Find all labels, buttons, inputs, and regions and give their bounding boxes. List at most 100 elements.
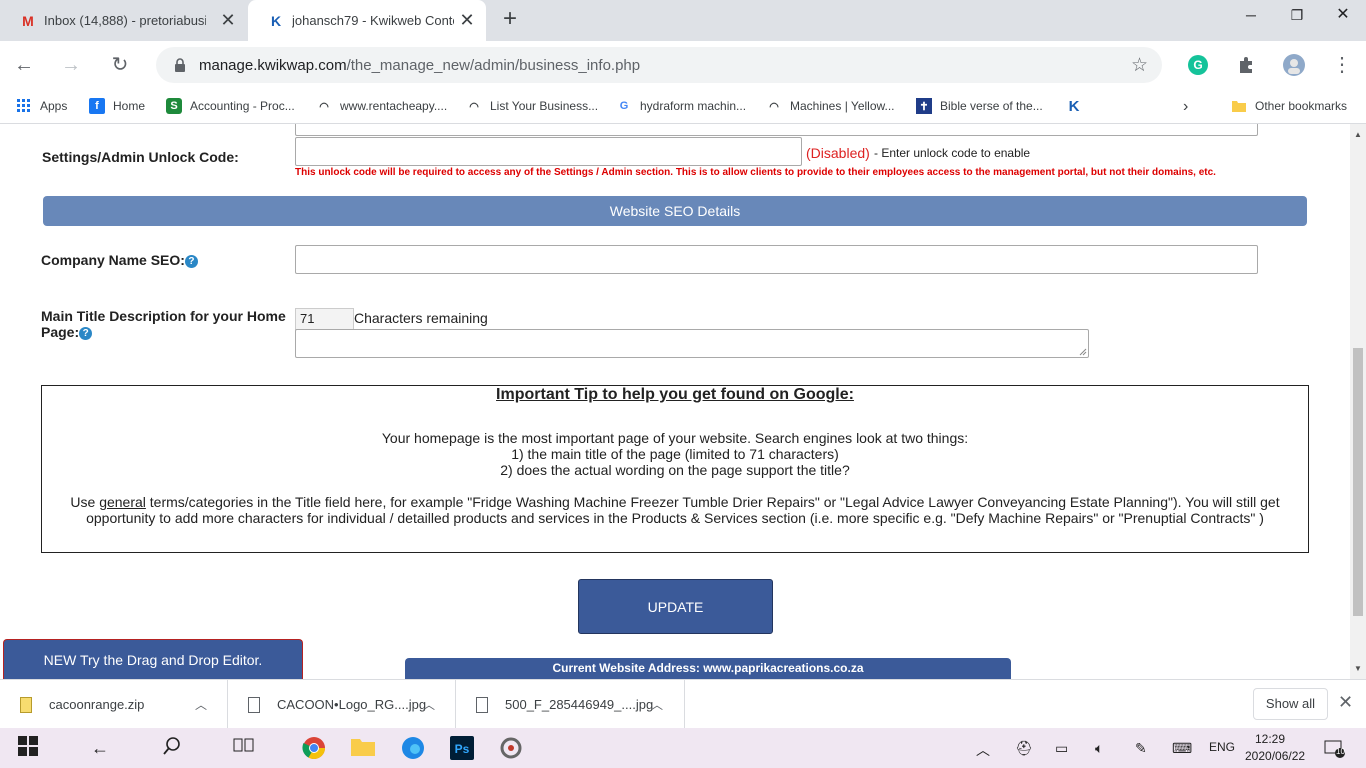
volume-icon[interactable]: 🔈︎: [1095, 740, 1103, 757]
unlock-code-input[interactable]: [295, 137, 802, 166]
scrollbar-thumb[interactable]: [1353, 348, 1363, 616]
back-icon[interactable]: ←: [10, 51, 38, 79]
new-tab-button[interactable]: +: [498, 7, 522, 32]
address-bar[interactable]: manage.kwikwap.com/the_manage_new/admin/…: [156, 47, 1162, 83]
profile-avatar[interactable]: [1282, 53, 1306, 77]
bookmark-label: Home: [113, 99, 146, 113]
chevron-right-icon[interactable]: ›: [1183, 98, 1188, 116]
menu-icon[interactable]: ⋮: [1328, 51, 1356, 79]
back-icon[interactable]: ←: [88, 736, 112, 760]
chevron-up-icon[interactable]: ︿: [195, 696, 207, 713]
drag-drop-editor-button[interactable]: NEW Try the Drag and Drop Editor.: [3, 639, 303, 679]
bookmark-star-icon[interactable]: ☆: [1131, 54, 1148, 77]
tip-line: 1) the main title of the page (limited t…: [511, 446, 839, 462]
apps-grid-icon: [16, 98, 32, 114]
bookmark-home[interactable]: f Home: [89, 98, 145, 114]
seo-section-header: Website SEO Details: [43, 196, 1307, 226]
company-name-seo-input[interactable]: [295, 245, 1258, 274]
resize-handle-icon[interactable]: [1079, 348, 1087, 356]
bookmark-label: Machines | Yellow...: [790, 99, 895, 113]
url-text: manage.kwikwap.com/the_manage_new/admin/…: [199, 56, 641, 74]
notifications-icon[interactable]: 10: [1324, 740, 1346, 761]
scroll-up-icon[interactable]: ▲: [1350, 130, 1366, 144]
bookmark-machines[interactable]: ◠ Machines | Yellow...: [766, 98, 895, 114]
globe-icon: ◠: [319, 100, 329, 113]
extensions-icon[interactable]: [1234, 53, 1258, 77]
bookmark-accounting[interactable]: S Accounting - Proc...: [166, 98, 295, 114]
close-tab-icon[interactable]: ✕: [219, 11, 237, 30]
zip-file-icon: [20, 696, 32, 713]
update-button[interactable]: UPDATE: [578, 579, 773, 634]
bookmark-hydraform[interactable]: G hydraform machin...: [616, 98, 746, 114]
download-item[interactable]: CACOON•Logo_RG....jpg ︿: [228, 680, 456, 729]
bookmark-bible[interactable]: ✝ Bible verse of the...: [916, 98, 1043, 114]
pen-icon[interactable]: ✎: [1135, 740, 1147, 757]
edge-icon[interactable]: [401, 736, 425, 760]
chevron-up-icon[interactable]: ︿: [976, 740, 990, 760]
help-icon[interactable]: ?: [184, 254, 198, 268]
current-website-address: Current Website Address: www.paprikacrea…: [405, 658, 1011, 679]
show-all-button[interactable]: Show all: [1253, 688, 1328, 720]
tab-title: johansch79 - Kwikweb Content: [292, 13, 454, 28]
kwikweb-icon: K: [270, 12, 282, 29]
grammarly-icon[interactable]: G: [1186, 53, 1210, 77]
previous-field[interactable]: [295, 124, 1258, 136]
tab-gmail[interactable]: M Inbox (14,888) - pretoriabusine ✕: [0, 0, 247, 41]
chars-remaining-label: Characters remaining: [354, 310, 488, 326]
main-title-textarea[interactable]: [295, 329, 1089, 358]
task-view-icon[interactable]: [232, 736, 256, 760]
tip-paragraph-cont: opportunity to add more characters for i…: [86, 510, 1264, 526]
keyboard-icon[interactable]: ⌨: [1172, 740, 1192, 757]
clock[interactable]: 12:29 2020/06/22: [1245, 731, 1306, 765]
google-icon: G: [619, 100, 629, 112]
battery-icon[interactable]: ▭: [1055, 740, 1068, 757]
chevron-up-icon[interactable]: ︿: [423, 696, 435, 713]
language-indicator[interactable]: ENG: [1209, 740, 1235, 754]
download-item[interactable]: cacoonrange.zip ︿: [0, 680, 228, 729]
other-bookmarks[interactable]: Other bookmarks: [1231, 98, 1347, 114]
page-content: Settings/Admin Unlock Code: (Disabled) -…: [0, 124, 1350, 679]
tab-kwikweb[interactable]: K johansch79 - Kwikweb Content ✕: [248, 0, 486, 41]
close-tab-icon[interactable]: ✕: [458, 11, 476, 30]
search-icon[interactable]: [160, 736, 184, 760]
minimize-button[interactable]: ─: [1228, 0, 1274, 30]
tip-paragraph: Use general terms/categories in the Titl…: [70, 494, 1280, 510]
page-scrollbar[interactable]: ▲ ▼: [1350, 124, 1366, 679]
forward-icon[interactable]: →: [57, 51, 85, 79]
tip-line: 2) does the actual wording on the page s…: [500, 462, 850, 478]
chevron-up-icon[interactable]: ︿: [651, 696, 663, 713]
notification-count: 10: [1336, 747, 1345, 756]
bookmark-label: Bible verse of the...: [940, 99, 1043, 113]
scroll-down-icon[interactable]: ▼: [1350, 664, 1366, 678]
windows-start-icon[interactable]: [16, 736, 40, 760]
bookmark-rentacheapy[interactable]: ◠ www.rentacheapy....: [316, 98, 447, 114]
bookmark-apps[interactable]: Apps: [16, 98, 67, 114]
app-icon[interactable]: [499, 736, 523, 760]
antivirus-icon[interactable]: ⛑: [1015, 740, 1033, 757]
download-item[interactable]: 500_F_285446949_....jpg ︿: [456, 680, 685, 729]
download-name: cacoonrange.zip: [49, 697, 145, 712]
bookmark-kwikweb[interactable]: K: [1066, 98, 1090, 115]
file-explorer-icon[interactable]: [351, 736, 375, 760]
bookmark-list-business[interactable]: ◠ List Your Business...: [466, 98, 598, 114]
windows-taskbar: ← Ps ︿ ⛑ ▭ 🔈︎ ✎ ⌨ ENG 12:29 2020/06/22 1…: [0, 728, 1366, 768]
close-window-button[interactable]: ✕: [1320, 0, 1366, 30]
main-title-label: Main Title Description for your Home Pag…: [41, 308, 286, 340]
chrome-icon[interactable]: [302, 736, 326, 760]
unlock-code-label: Settings/Admin Unlock Code:: [42, 149, 239, 165]
help-icon[interactable]: ?: [79, 326, 93, 340]
svg-text:Ps: Ps: [455, 742, 470, 756]
unlock-hint: - Enter unlock code to enable: [874, 146, 1031, 160]
bookmark-label: List Your Business...: [490, 99, 599, 113]
google-tip-box: Important Tip to help you get found on G…: [41, 385, 1309, 553]
close-icon[interactable]: ✕: [1338, 692, 1353, 713]
unlock-warning: This unlock code will be required to acc…: [295, 167, 1216, 178]
bookmarks-bar: Apps f Home S Accounting - Proc... ◠ www…: [0, 89, 1366, 124]
tip-line: Your homepage is the most important page…: [381, 430, 969, 446]
facebook-icon: f: [89, 98, 105, 114]
photoshop-icon[interactable]: Ps: [450, 736, 474, 760]
restore-button[interactable]: ❐: [1274, 0, 1320, 30]
clock-date: 2020/06/22: [1245, 749, 1306, 763]
reload-icon[interactable]: ↻: [106, 51, 134, 79]
bookmark-label: Apps: [40, 99, 68, 113]
